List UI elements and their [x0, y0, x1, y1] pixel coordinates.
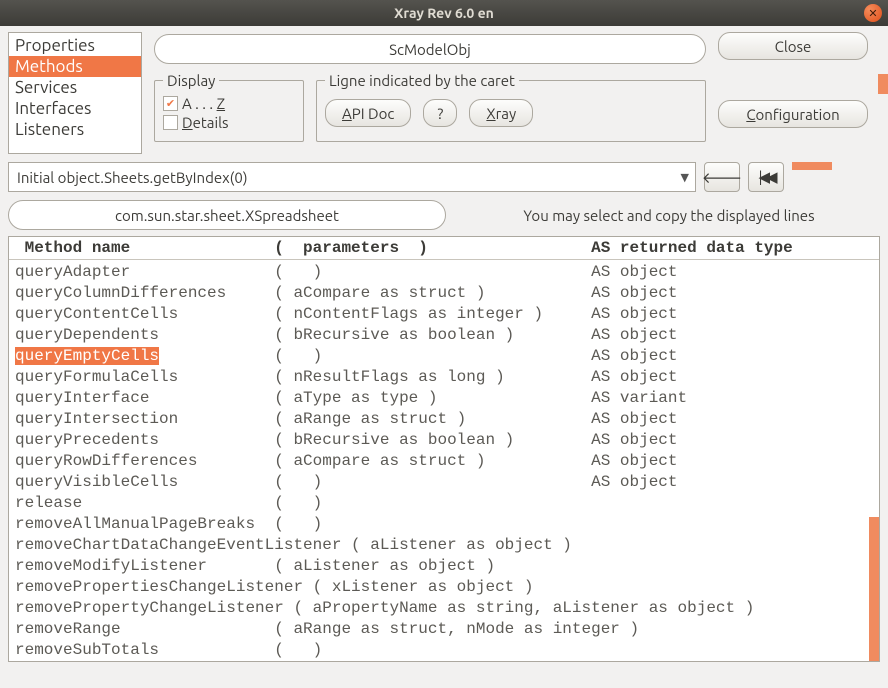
- table-row[interactable]: queryFormulaCells ( nResultFlags as long…: [15, 367, 873, 388]
- table-header: Method name ( parameters ) AS returned d…: [9, 237, 879, 260]
- details-label: Details: [182, 114, 229, 131]
- object-name-text: ScModelObj: [389, 41, 471, 58]
- xray-button[interactable]: Xray: [469, 99, 533, 127]
- back-button[interactable]: 🡐: [704, 162, 740, 192]
- table-row[interactable]: queryContentCells ( nContentFlags as int…: [15, 304, 873, 325]
- az-checkbox[interactable]: [163, 96, 178, 111]
- interface-field: com.sun.star.sheet.XSpreadsheet: [8, 200, 446, 230]
- table-row[interactable]: removePropertyChangeListener ( aProperty…: [15, 598, 873, 619]
- api-doc-button[interactable]: API Doc: [325, 99, 411, 127]
- caret-legend: Ligne indicated by the caret: [325, 72, 519, 89]
- configuration-button[interactable]: Configuration: [718, 100, 868, 128]
- scroll-indicator-icon: [878, 74, 888, 94]
- nav-item-listeners[interactable]: Listeners: [9, 119, 141, 140]
- help-button[interactable]: ?: [423, 99, 457, 127]
- nav-item-properties[interactable]: Properties: [9, 35, 141, 56]
- nav-item-methods[interactable]: Methods: [9, 56, 141, 77]
- table-row[interactable]: queryIntersection ( aRange as struct ) A…: [15, 409, 873, 430]
- object-name-field: ScModelObj: [154, 34, 706, 64]
- scrollbar-thumb[interactable]: [869, 517, 879, 661]
- table-row[interactable]: release ( ): [15, 493, 873, 514]
- chevron-down-icon: ▼: [681, 171, 689, 184]
- progress-indicator-icon: [792, 162, 832, 170]
- table-body[interactable]: queryAdapter ( ) AS objectqueryColumnDif…: [9, 260, 879, 662]
- az-label: A . . . Z: [182, 95, 225, 112]
- category-list[interactable]: PropertiesMethodsServicesInterfacesListe…: [8, 32, 142, 154]
- window-close-icon[interactable]: ✕: [864, 4, 882, 22]
- table-row[interactable]: removeRange ( aRange as struct, nMode as…: [15, 619, 873, 640]
- table-row[interactable]: removePropertiesChangeListener ( xListen…: [15, 577, 873, 598]
- window-titlebar: Xray Rev 6.0 en ✕: [0, 0, 888, 26]
- table-row[interactable]: removeSubTotals ( ): [15, 640, 873, 661]
- window-title: Xray Rev 6.0 en: [394, 5, 494, 21]
- table-row[interactable]: queryVisibleCells ( ) AS object: [15, 472, 873, 493]
- table-row[interactable]: queryDependents ( bRecursive as boolean …: [15, 325, 873, 346]
- hint-text: You may select and copy the displayed li…: [458, 207, 880, 224]
- table-row[interactable]: queryRowDifferences ( aCompare as struct…: [15, 451, 873, 472]
- methods-table[interactable]: Method name ( parameters ) AS returned d…: [8, 236, 880, 662]
- path-combo[interactable]: Initial object.Sheets.getByIndex(0) ▼: [8, 162, 696, 192]
- nav-item-services[interactable]: Services: [9, 77, 141, 98]
- rewind-button[interactable]: |◀◀: [748, 162, 784, 192]
- display-legend: Display: [163, 72, 219, 89]
- interface-text: com.sun.star.sheet.XSpreadsheet: [115, 207, 339, 224]
- path-text: Initial object.Sheets.getByIndex(0): [17, 169, 248, 186]
- details-checkbox[interactable]: [163, 115, 178, 130]
- display-group: Display A . . . Z Details: [154, 72, 304, 142]
- table-row[interactable]: removeChartDataChangeEventListener ( aLi…: [15, 535, 873, 556]
- table-row[interactable]: removeModifyListener ( aListener as obje…: [15, 556, 873, 577]
- close-button[interactable]: Close: [718, 32, 868, 60]
- table-row[interactable]: queryAdapter ( ) AS object: [15, 262, 873, 283]
- caret-group: Ligne indicated by the caret API Doc ? X…: [316, 72, 706, 142]
- table-row[interactable]: queryColumnDifferences ( aCompare as str…: [15, 283, 873, 304]
- table-row[interactable]: removeAllManualPageBreaks ( ): [15, 514, 873, 535]
- table-row[interactable]: queryPrecedents ( bRecursive as boolean …: [15, 430, 873, 451]
- table-row[interactable]: queryInterface ( aType as type ) AS vari…: [15, 388, 873, 409]
- nav-item-interfaces[interactable]: Interfaces: [9, 98, 141, 119]
- table-row[interactable]: queryEmptyCells ( ) AS object: [15, 346, 873, 367]
